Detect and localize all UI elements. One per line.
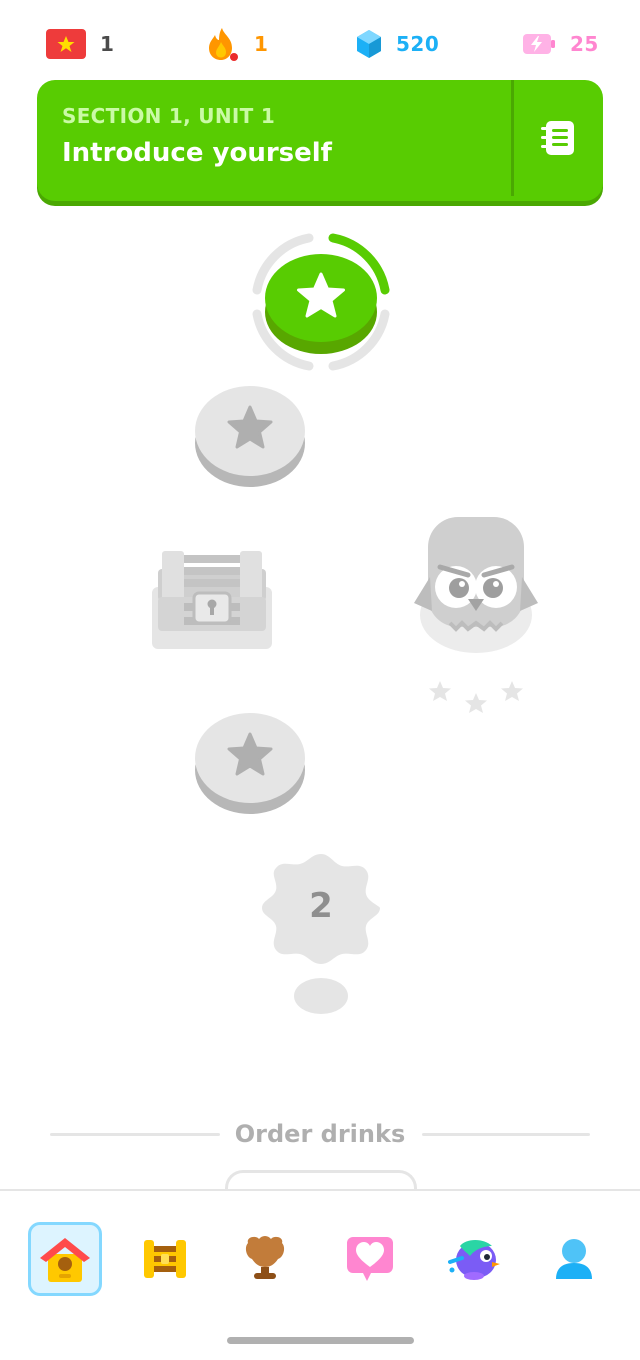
- stats-bar: 1 1 520 25: [0, 22, 640, 66]
- battery-bolt-icon: [523, 34, 555, 54]
- bottom-nav: [0, 1189, 640, 1360]
- course-flag-icon: [46, 29, 86, 59]
- streak-count: 1: [254, 32, 269, 56]
- owl-character-icon: [414, 517, 538, 713]
- progress-ring: [252, 233, 390, 371]
- nav-practice[interactable]: [128, 1222, 202, 1296]
- practice-dumbbell-icon: [144, 1240, 186, 1278]
- nav-profile[interactable]: [537, 1222, 611, 1296]
- active-lesson-node[interactable]: [244, 230, 398, 374]
- home-icon: [40, 1238, 90, 1282]
- nav-friends[interactable]: [333, 1222, 407, 1296]
- rating-stars: [429, 681, 523, 713]
- unit-header[interactable]: SECTION 1, UNIT 1 Introduce yourself: [37, 80, 603, 201]
- trophy-icon: [245, 1236, 285, 1279]
- unit-title: Introduce yourself: [62, 138, 332, 168]
- energy-stat[interactable]: 25: [522, 22, 599, 66]
- nav-learn[interactable]: [28, 1222, 102, 1296]
- flame-icon: [209, 28, 238, 61]
- section-label: SECTION 1, UNIT 1: [62, 104, 276, 128]
- divider-line-right: [422, 1133, 590, 1136]
- gems-stat[interactable]: 520: [356, 22, 439, 66]
- notebook-icon: [540, 121, 574, 155]
- treasure-chest-node[interactable]: [150, 545, 274, 653]
- streak-stat[interactable]: 1: [206, 22, 268, 66]
- bird-icon: [448, 1240, 500, 1280]
- next-unit-divider: Order drinks: [50, 1120, 590, 1150]
- gems-count: 520: [396, 32, 440, 56]
- course-count: 1: [100, 32, 115, 56]
- locked-lesson-node[interactable]: [195, 385, 305, 487]
- home-indicator: [227, 1337, 414, 1344]
- heart-icon: [347, 1237, 393, 1281]
- guidebook-button[interactable]: [514, 80, 603, 196]
- nav-store[interactable]: [436, 1222, 510, 1296]
- treasure-chest-icon: [152, 551, 272, 649]
- owl-character-node[interactable]: [410, 515, 542, 725]
- profile-icon: [556, 1239, 592, 1279]
- locked-lesson-node[interactable]: [195, 712, 305, 814]
- unit-review-node[interactable]: 2: [260, 850, 382, 1016]
- energy-count: 25: [570, 32, 599, 56]
- course-flag-stat[interactable]: 1: [46, 22, 114, 66]
- unit-review-number: 2: [309, 886, 333, 926]
- gem-icon: [357, 30, 381, 58]
- nav-leaderboard[interactable]: [228, 1222, 302, 1296]
